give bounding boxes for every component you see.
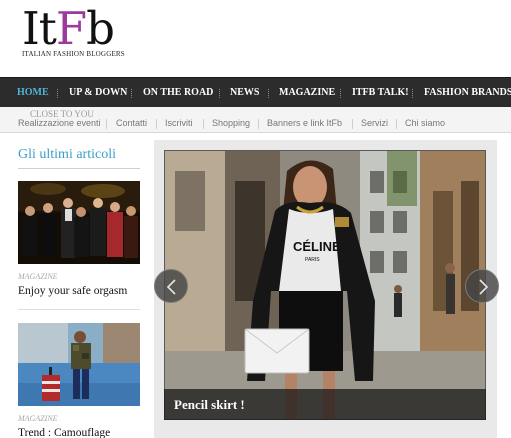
subnav-item-banners[interactable]: Banners e link ItFb xyxy=(267,118,342,128)
nav-item-itfb-talk[interactable]: ITFB TALK! xyxy=(352,78,409,108)
slider-prev-button[interactable] xyxy=(154,269,188,303)
subnav-item-servizi[interactable]: Servizi xyxy=(361,118,388,128)
subnav-item-iscriviti[interactable]: Iscriviti xyxy=(165,118,193,128)
nav-item-fashion-brands[interactable]: FASHION BRANDS xyxy=(424,78,511,108)
slider-next-button[interactable] xyxy=(465,269,499,303)
article-category[interactable]: MAGAZINE xyxy=(18,414,58,423)
nav-separator xyxy=(268,89,269,98)
main-nav: HOME UP & DOWN ON THE ROAD NEWS MAGAZINE… xyxy=(0,77,511,107)
article-category[interactable]: MAGAZINE xyxy=(18,272,58,281)
nav-separator xyxy=(219,89,220,98)
sub-nav: CLOSE TO YOU Realizzazione eventi Contat… xyxy=(0,107,511,133)
subnav-separator xyxy=(396,119,397,129)
sidebar-divider xyxy=(18,168,140,169)
article-title[interactable]: Enjoy your safe orgasm xyxy=(18,285,127,297)
street-fashion-photo: CÉLINE PARIS xyxy=(165,151,485,419)
slide-caption-bar: Pencil skirt ! xyxy=(164,389,486,420)
nav-item-magazine[interactable]: MAGAZINE xyxy=(279,78,335,108)
logo-wordmark: ItFb xyxy=(22,6,122,51)
nav-item-home[interactable]: HOME xyxy=(17,78,49,108)
chevron-left-icon xyxy=(166,279,176,295)
slide-caption[interactable]: Pencil skirt ! xyxy=(174,397,245,413)
logo-mark-accent: F xyxy=(55,2,87,55)
nav-separator xyxy=(340,89,341,98)
chevron-right-icon xyxy=(479,279,489,295)
logo-mark-suffix: b xyxy=(86,2,115,55)
nav-item-on-the-road[interactable]: ON THE ROAD xyxy=(143,78,213,108)
subnav-item-realizzazione-eventi[interactable]: Realizzazione eventi xyxy=(18,118,101,128)
article-divider xyxy=(18,309,140,310)
nav-separator xyxy=(131,89,132,98)
article-title[interactable]: Trend : Camouflage xyxy=(18,427,110,438)
nav-separator xyxy=(412,89,413,98)
subnav-separator xyxy=(258,119,259,129)
nav-item-news[interactable]: NEWS xyxy=(230,78,259,108)
subnav-item-shopping[interactable]: Shopping xyxy=(212,118,250,128)
site-logo[interactable]: ItFb ITALIAN FASHION BLOGGERS xyxy=(22,6,125,62)
sidebar-title: Gli ultimi articoli xyxy=(18,147,116,162)
shirt-print-text: CÉLINE xyxy=(293,239,341,254)
subnav-separator xyxy=(156,119,157,129)
logo-tagline: ITALIAN FASHION BLOGGERS xyxy=(22,50,125,58)
shirt-print-subtext: PARIS xyxy=(305,257,320,263)
street-style-photo xyxy=(18,323,140,406)
nav-separator xyxy=(57,89,58,98)
subnav-separator xyxy=(203,119,204,129)
subnav-separator xyxy=(106,119,107,129)
subnav-item-chi-siamo[interactable]: Chi siamo xyxy=(405,118,445,128)
article-thumbnail[interactable] xyxy=(18,181,140,264)
event-photo xyxy=(18,181,140,264)
subnav-separator xyxy=(352,119,353,129)
nav-item-up-down[interactable]: UP & DOWN xyxy=(69,78,127,108)
article-thumbnail[interactable] xyxy=(18,323,140,406)
featured-photo[interactable]: CÉLINE PARIS xyxy=(164,150,486,420)
subnav-item-contatti[interactable]: Contatti xyxy=(116,118,147,128)
logo-mark-prefix: It xyxy=(22,2,57,55)
